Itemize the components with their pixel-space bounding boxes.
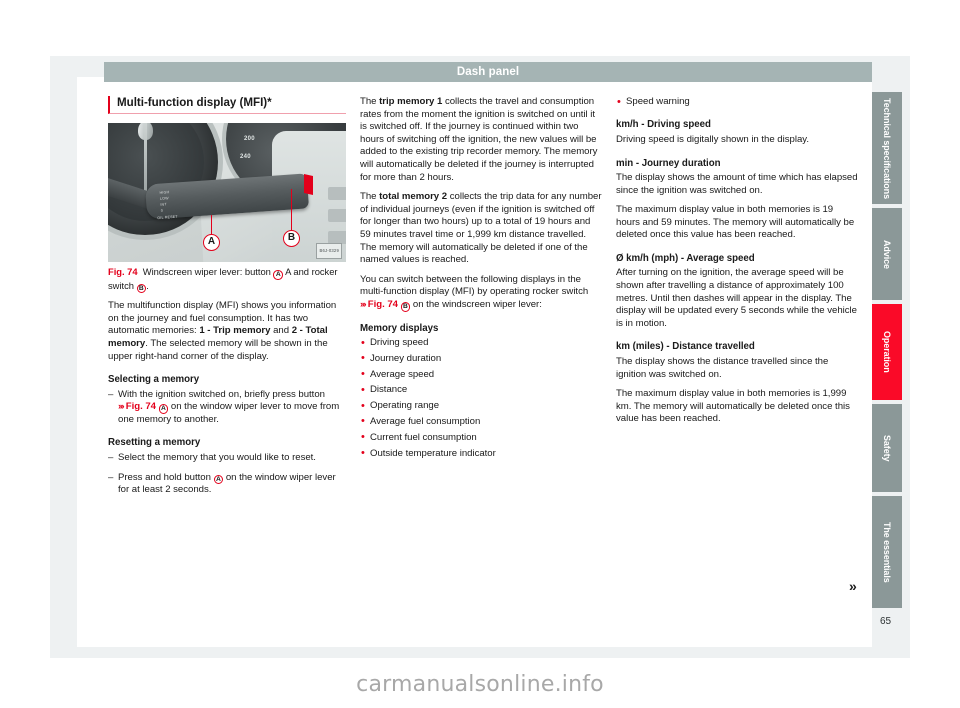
- average-speed-body: After turning on the ignition, the avera…: [616, 267, 857, 329]
- console-button-2: [328, 209, 346, 222]
- resetting-memory-list: Select the memory that you would like to…: [108, 452, 346, 497]
- list-item: Driving speed: [360, 336, 602, 349]
- tab-label: Operation: [882, 331, 892, 373]
- heading-average-speed: Ø km/h (mph) - Average speed: [616, 252, 755, 264]
- figure-caption-text-1: Windscreen wiper lever: button: [142, 266, 271, 277]
- list-item: Outside temperature indicator: [360, 447, 602, 460]
- switch-displays-paragraph: You can switch between the following dis…: [360, 274, 602, 312]
- right-column: Speed warning km/h - Driving speed Drivi…: [616, 95, 858, 426]
- trip-memory-paragraph: The trip memory 1 collects the travel an…: [360, 96, 602, 184]
- list-item: Speed warning: [616, 95, 858, 108]
- marking-oil-reset: OIL RESET: [157, 214, 178, 221]
- speedometer-needle: [143, 123, 147, 198]
- tab-label: Technical specifications: [882, 97, 892, 199]
- badge-a-inline: A: [158, 404, 169, 414]
- heading-journey-duration: min - Journey duration: [616, 157, 721, 169]
- chapter-thumb-tabs: Technical specifications Advice Operatio…: [872, 92, 902, 632]
- tab-safety[interactable]: Safety: [872, 404, 902, 492]
- trip-memory-text-1: The: [360, 96, 380, 107]
- heading-selecting-a-memory: Selecting a memory: [108, 374, 200, 386]
- cross-reference-chevron-icon-2: ›››: [360, 298, 367, 310]
- badge-a-inline-2: A: [213, 474, 224, 485]
- tab-the-essentials[interactable]: The essentials: [872, 496, 902, 608]
- callout-b: B: [283, 230, 300, 247]
- left-column: Multi-function display (MFI)* 80 60 40 2…: [108, 96, 346, 504]
- journey-duration-body-1: The display shows the amount of time whi…: [616, 172, 858, 196]
- dial-tick-200: 200: [244, 136, 255, 142]
- tab-label: The essentials: [882, 521, 892, 583]
- continuation-arrow-icon: »: [849, 578, 857, 594]
- trip-memory-bold: trip memory 1: [379, 96, 443, 107]
- list-item: Journey duration: [360, 352, 602, 365]
- list-item: Operating range: [360, 400, 602, 413]
- figure-caption-text-4: .: [146, 279, 149, 291]
- callout-a-leader-line: [211, 215, 213, 235]
- figure-image-wiper-lever: 80 60 40 20 200 240 km/h: [108, 123, 346, 262]
- mfi-intro-paragraph: The multifunction display (MFI) shows yo…: [108, 300, 346, 363]
- callout-b-leader-line: [291, 189, 293, 231]
- heading-memory-displays: Memory displays: [360, 322, 439, 334]
- figure-caption: Fig. 74 Windscreen wiper lever: button A…: [108, 266, 346, 294]
- list-item: Distance: [360, 384, 602, 397]
- tab-label: Safety: [882, 434, 892, 462]
- cross-reference-fig-74-b[interactable]: Fig. 74: [368, 299, 398, 310]
- site-watermark: carmanualsonline.info: [356, 672, 604, 697]
- figure-caption-text-2: A: [285, 266, 291, 277]
- page-content-columns: Multi-function display (MFI)* 80 60 40 2…: [108, 95, 862, 626]
- switch-text-1: You can switch between the following dis…: [360, 273, 589, 298]
- figure-image-code: B6J-0329: [316, 243, 342, 259]
- chapter-header-bar: Dash panel: [104, 62, 872, 82]
- mfi-intro-bold-1: 1 - Trip memory: [199, 325, 271, 337]
- memory-displays-list-continued: Speed warning: [616, 95, 858, 108]
- distance-body-2: The maximum display value in both memori…: [616, 388, 850, 425]
- total-memory-text-2: collects the trip data for any number of…: [360, 191, 602, 266]
- tab-operation[interactable]: Operation: [872, 304, 902, 400]
- cross-reference-fig-74[interactable]: Fig. 74: [126, 401, 156, 412]
- console-button-1: [328, 187, 346, 200]
- resetting-step-text-1: Press and hold button: [118, 471, 214, 483]
- cross-reference-chevron-icon: ›››: [118, 401, 125, 413]
- list-item: Current fuel consumption: [360, 431, 602, 444]
- list-item: Press and hold button A on the window wi…: [108, 472, 346, 497]
- list-item: Average speed: [360, 368, 602, 381]
- total-memory-bold: total memory 2: [379, 191, 448, 203]
- badge-a-caption: A: [273, 270, 284, 280]
- tab-advice[interactable]: Advice: [872, 208, 902, 300]
- figure-label: Fig. 74: [108, 266, 138, 277]
- badge-b-inline: B: [400, 301, 411, 312]
- distance-body-1: The display shows the distance travelled…: [616, 355, 829, 380]
- total-memory-text-1: The: [360, 191, 380, 203]
- rocker-switch-highlight: [304, 174, 313, 195]
- callout-a: A: [203, 234, 220, 251]
- pdf-viewer: Dash panel Multi-function display (MFI)*…: [0, 0, 960, 708]
- driving-speed-body: Driving speed is digitally shown in the …: [616, 133, 809, 145]
- list-item: With the ignition switched on, briefly p…: [108, 389, 346, 427]
- tab-label: Advice: [882, 239, 892, 269]
- badge-b-caption: B: [136, 283, 147, 294]
- tab-technical-specifications[interactable]: Technical specifications: [872, 92, 902, 204]
- heading-resetting-a-memory: Resetting a memory: [108, 437, 201, 449]
- list-item: Average fuel consumption: [360, 415, 602, 428]
- list-item: Select the memory that you would like to…: [108, 452, 346, 465]
- heading-distance-travelled: km (miles) - Distance travelled: [616, 341, 755, 353]
- total-memory-paragraph: The total memory 2 collects the trip dat…: [360, 191, 602, 267]
- journey-duration-body-2: The maximum display value in both memori…: [616, 204, 855, 241]
- memory-displays-list: Driving speed Journey duration Average s…: [360, 336, 602, 460]
- console-button-3: [328, 231, 346, 244]
- middle-column: The trip memory 1 collects the travel an…: [360, 96, 602, 463]
- trip-memory-text-2: collects the travel and consumption rate…: [360, 96, 598, 183]
- heading-driving-speed: km/h - Driving speed: [616, 119, 711, 131]
- selecting-memory-list: With the ignition switched on, briefly p…: [108, 389, 346, 427]
- chapter-title: Dash panel: [456, 66, 520, 78]
- switch-text-2: on the windscreen wiper lever:: [410, 298, 542, 310]
- page-title: Multi-function display (MFI)*: [108, 96, 346, 114]
- dial-tick-240: 240: [240, 154, 251, 160]
- mfi-intro-2: and: [270, 325, 292, 337]
- figure-74: 80 60 40 20 200 240 km/h: [108, 123, 346, 294]
- page-number: 65: [880, 616, 892, 627]
- selecting-step-text-1: With the ignition switched on, briefly p…: [118, 388, 325, 400]
